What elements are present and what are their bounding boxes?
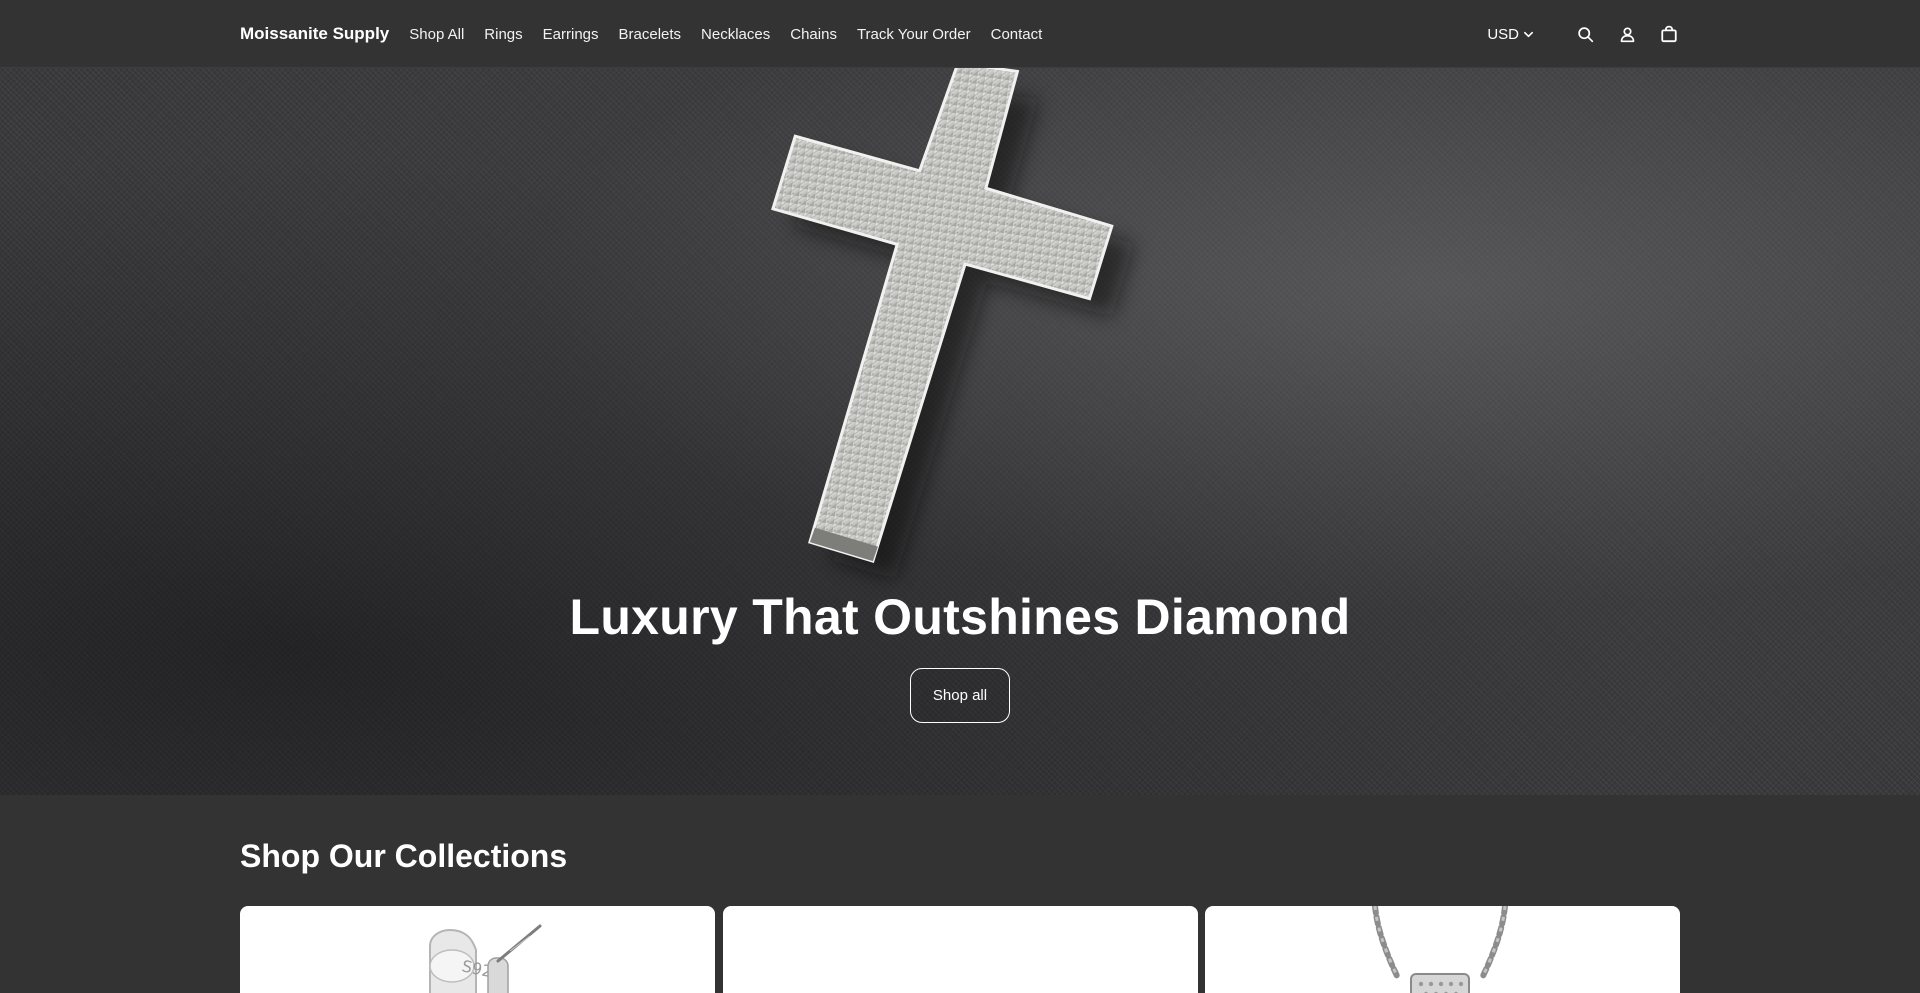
rope-chain-image bbox=[1372, 906, 1508, 993]
collection-card-earrings[interactable]: S925 bbox=[240, 906, 715, 993]
search-button[interactable] bbox=[1574, 23, 1596, 45]
nav-chains[interactable]: Chains bbox=[790, 26, 837, 43]
main-nav: Shop All Rings Earrings Bracelets Neckla… bbox=[409, 26, 1062, 43]
account-button[interactable] bbox=[1616, 23, 1638, 45]
currency-selector[interactable]: USD bbox=[1487, 26, 1534, 43]
cart-icon bbox=[1661, 25, 1677, 43]
search-icon bbox=[1577, 26, 1593, 42]
account-icon bbox=[1620, 26, 1634, 42]
nav-bracelets[interactable]: Bracelets bbox=[619, 26, 682, 43]
hero-banner: Luxury That Outshines Diamond Shop all bbox=[0, 68, 1920, 795]
header-inner: Moissanite Supply Shop All Rings Earring… bbox=[240, 0, 1680, 68]
collection-card-2[interactable] bbox=[723, 906, 1198, 993]
nav-necklaces[interactable]: Necklaces bbox=[701, 26, 770, 43]
nav-shop-all[interactable]: Shop All bbox=[409, 26, 464, 43]
chevron-down-icon bbox=[1524, 31, 1533, 37]
nav-contact[interactable]: Contact bbox=[991, 26, 1043, 43]
silver-earring-image: S925 bbox=[429, 924, 542, 993]
nav-earrings[interactable]: Earrings bbox=[543, 26, 599, 43]
nav-rings[interactable]: Rings bbox=[484, 26, 522, 43]
header-actions: USD bbox=[1487, 23, 1680, 45]
collections-heading: Shop Our Collections bbox=[240, 838, 568, 874]
blank-image bbox=[723, 906, 1198, 993]
site-logo[interactable]: Moissanite Supply bbox=[240, 24, 389, 44]
site-header: Moissanite Supply Shop All Rings Earring… bbox=[0, 0, 1920, 68]
hero-title: Luxury That Outshines Diamond bbox=[569, 589, 1351, 645]
collection-card-chains[interactable] bbox=[1205, 906, 1680, 993]
currency-label: USD bbox=[1487, 25, 1519, 43]
nav-track-order[interactable]: Track Your Order bbox=[857, 26, 971, 43]
cart-button[interactable] bbox=[1658, 23, 1680, 45]
shop-all-button[interactable]: Shop all bbox=[910, 668, 1010, 723]
